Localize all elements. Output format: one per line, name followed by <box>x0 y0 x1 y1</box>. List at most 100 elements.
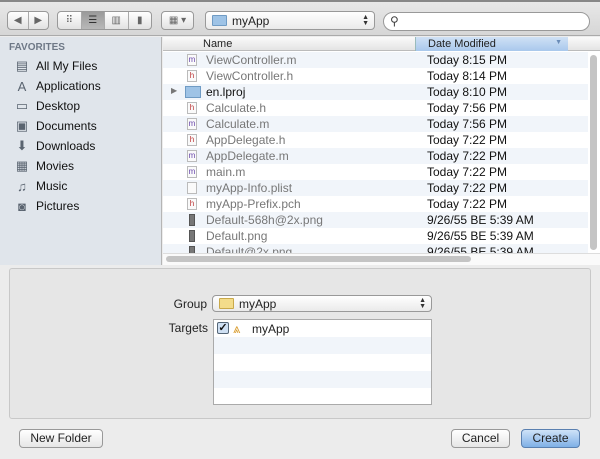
sidebar-item-label: Music <box>36 179 68 193</box>
file-row[interactable]: m main.m Today 7:22 PM <box>163 164 588 180</box>
view-mode-buttons: ⠿ ☰ ▥ ▮ <box>57 11 152 30</box>
sidebar-item-applications[interactable]: A Applications <box>14 77 101 95</box>
search-input[interactable]: ⚲ <box>383 12 590 31</box>
file-date: Today 7:22 PM <box>427 133 508 147</box>
file-row[interactable]: h AppDelegate.h Today 7:22 PM <box>163 132 588 148</box>
target-row: ✓ ⩓ myApp <box>214 320 431 337</box>
sidebar: FAVORITES ▤ All My Files A Applications ▭ D… <box>0 37 162 265</box>
sidebar-item-music[interactable]: ♫ Music <box>14 177 67 195</box>
applications-icon: A <box>17 78 27 94</box>
column-header-name[interactable]: Name <box>203 38 232 50</box>
folder-icon <box>212 15 227 26</box>
sidebar-item-downloads[interactable]: ⬇ Downloads <box>14 137 96 155</box>
folder-icon <box>219 298 234 309</box>
file-row[interactable]: m ViewController.m Today 8:15 PM <box>163 52 588 68</box>
list-view-button[interactable]: ☰ <box>81 12 105 29</box>
sidebar-item-label: Desktop <box>36 99 81 113</box>
file-date: Today 7:56 PM <box>427 117 508 131</box>
file-date: Today 7:22 PM <box>427 197 508 211</box>
file-icon: m <box>187 54 197 66</box>
target-name: myApp <box>252 322 290 336</box>
sidebar-item-label: Documents <box>36 119 97 133</box>
vertical-scrollbar[interactable] <box>590 55 597 250</box>
sidebar-item-label: Downloads <box>36 139 96 153</box>
group-label: Group <box>173 297 207 311</box>
file-icon: h <box>187 70 197 82</box>
file-date: 9/26/55 BE 5:39 AM <box>427 213 534 227</box>
path-popup-label: myApp <box>232 13 270 28</box>
sidebar-item-pictures[interactable]: ◙ Pictures <box>14 197 79 215</box>
file-name: Calculate.h <box>206 101 267 115</box>
file-icon: m <box>187 118 197 130</box>
list-header: Name Date Modified ▼ <box>163 37 600 51</box>
group-popup[interactable]: myApp ▲ ▼ <box>212 295 432 312</box>
target-checkbox[interactable]: ✓ <box>217 322 229 334</box>
icon-view-button[interactable]: ⠿ <box>58 12 82 29</box>
column-header-date-label: Date Modified <box>428 38 496 50</box>
file-icon <box>189 230 195 242</box>
file-row[interactable]: ▶ en.lproj Today 8:10 PM <box>163 84 588 100</box>
file-row[interactable]: h ViewController.h Today 8:14 PM <box>163 68 588 84</box>
targets-list: ✓ ⩓ myApp <box>213 319 432 405</box>
path-popup[interactable]: myApp ▲ ▼ <box>205 11 375 30</box>
search-icon: ⚲ <box>390 14 399 28</box>
targets-label: Targets <box>168 321 208 335</box>
file-date: Today 8:14 PM <box>427 69 508 83</box>
sidebar-item-label: Pictures <box>36 199 80 213</box>
popup-arrows-icon: ▲ ▼ <box>419 296 426 310</box>
file-name: myApp-Prefix.pch <box>206 197 301 211</box>
file-name: Default-568h@2x.png <box>206 213 323 227</box>
arrange-button[interactable]: ▦ ▾ <box>161 11 194 30</box>
back-forward-buttons: ◀ ▶ <box>7 11 49 30</box>
file-icon: h <box>187 198 197 210</box>
sidebar-item-movies[interactable]: ▦ Movies <box>14 157 74 175</box>
file-row[interactable]: Default-568h@2x.png 9/26/55 BE 5:39 AM <box>163 212 588 228</box>
sidebar-item-desktop[interactable]: ▭ Desktop <box>14 97 80 115</box>
arrange-icon: ▦ ▾ <box>168 15 187 26</box>
file-name: AppDelegate.m <box>206 149 289 163</box>
folder-icon <box>185 86 201 98</box>
file-name: Calculate.m <box>206 117 270 131</box>
file-date: Today 8:10 PM <box>427 85 508 99</box>
file-row[interactable]: Default.png 9/26/55 BE 5:39 AM <box>163 228 588 244</box>
popup-arrows-icon: ▲ ▼ <box>362 13 369 27</box>
file-row[interactable]: h myApp-Prefix.pch Today 7:22 PM <box>163 196 588 212</box>
sidebar-item-all-my-files[interactable]: ▤ All My Files <box>14 57 98 75</box>
file-row[interactable]: m Calculate.m Today 7:56 PM <box>163 116 588 132</box>
file-name: myApp-Info.plist <box>206 181 293 195</box>
desktop-icon: ▭ <box>15 98 29 113</box>
file-name: ViewController.m <box>206 53 297 67</box>
file-name: Default.png <box>206 229 268 243</box>
file-icon: m <box>187 150 197 162</box>
cancel-button[interactable]: Cancel <box>451 429 510 448</box>
file-row[interactable]: h Calculate.h Today 7:56 PM <box>163 100 588 116</box>
movies-icon: ▦ <box>15 158 29 173</box>
back-button[interactable]: ◀ <box>8 12 29 29</box>
all-files-icon: ▤ <box>15 58 29 73</box>
column-header-date[interactable]: Date Modified ▼ <box>415 37 568 51</box>
file-icon <box>189 214 195 226</box>
sort-descending-icon: ▼ <box>555 39 562 46</box>
file-date: Today 8:15 PM <box>427 53 508 67</box>
sidebar-item-label: All My Files <box>36 59 98 73</box>
pictures-icon: ◙ <box>18 198 26 214</box>
music-icon: ♫ <box>17 178 27 194</box>
create-button[interactable]: Create <box>521 429 580 448</box>
file-date: Today 7:22 PM <box>427 149 508 163</box>
sidebar-item-documents[interactable]: ▣ Documents <box>14 117 97 135</box>
file-date: Today 7:56 PM <box>427 101 508 115</box>
documents-icon: ▣ <box>15 118 29 133</box>
app-target-icon: ⩓ <box>233 321 241 336</box>
sidebar-item-label: Applications <box>36 79 101 93</box>
file-row[interactable]: myApp-Info.plist Today 7:22 PM <box>163 180 588 196</box>
file-icon: h <box>187 102 197 114</box>
new-folder-button[interactable]: New Folder <box>19 429 103 448</box>
downloads-icon: ⬇ <box>16 138 28 153</box>
file-date: Today 7:22 PM <box>427 165 508 179</box>
horizontal-scrollbar[interactable] <box>166 256 471 262</box>
coverflow-view-button[interactable]: ▮ <box>129 12 152 29</box>
column-view-button[interactable]: ▥ <box>105 12 129 29</box>
forward-button[interactable]: ▶ <box>29 12 49 29</box>
file-row[interactable]: m AppDelegate.m Today 7:22 PM <box>163 148 588 164</box>
disclosure-triangle-icon[interactable]: ▶ <box>171 86 177 95</box>
